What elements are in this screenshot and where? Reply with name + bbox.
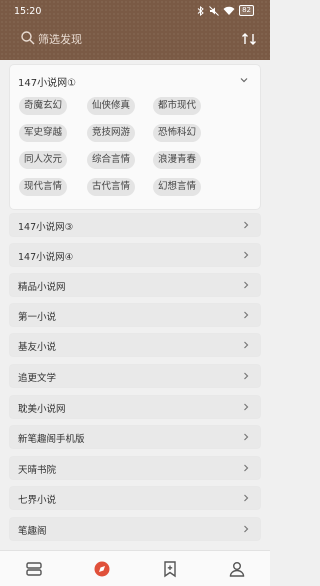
chevron-right-icon bbox=[244, 221, 249, 229]
tag-chip[interactable]: 浪漫青春 bbox=[153, 151, 201, 169]
tag-chip[interactable]: 恐怖科幻 bbox=[153, 124, 201, 142]
group-title: 第一小说 bbox=[18, 312, 57, 323]
bookmark-add-icon[interactable] bbox=[160, 559, 180, 579]
group-title: 七界小说 bbox=[18, 495, 57, 506]
tag-chip[interactable]: 同人次元 bbox=[19, 151, 67, 169]
group-title: 笔趣阁 bbox=[18, 526, 47, 537]
chevron-right-icon bbox=[244, 341, 249, 349]
group-title: 147小说网① bbox=[18, 78, 77, 89]
chevron-right-icon bbox=[244, 281, 249, 289]
group-title: 追更文学 bbox=[18, 373, 57, 384]
source-group-row[interactable]: 147小说网④ bbox=[10, 244, 260, 266]
source-group-row[interactable]: 七界小说 bbox=[10, 487, 260, 509]
tag-chip[interactable]: 古代言情 bbox=[87, 178, 135, 196]
source-list[interactable]: 147小说网① 奇魔玄幻 仙侠修真 都市现代 军史穿越 竞技网游 恐怖科幻 同人… bbox=[0, 60, 270, 550]
tag-chip[interactable]: 幻想言情 bbox=[153, 178, 201, 196]
group-title: 精品小说网 bbox=[18, 282, 66, 293]
source-group-row[interactable]: 新笔趣阁手机版 bbox=[10, 426, 260, 448]
chevron-right-icon bbox=[244, 251, 249, 259]
status-time: 15:20 bbox=[14, 6, 42, 17]
source-group-row[interactable]: 天晴书院 bbox=[10, 457, 260, 479]
search-icon bbox=[21, 31, 35, 45]
bluetooth-icon bbox=[197, 5, 204, 16]
source-group-row[interactable]: 笔趣阁 bbox=[10, 518, 260, 540]
person-icon[interactable] bbox=[227, 559, 247, 579]
source-group-row[interactable]: 基友小说 bbox=[10, 334, 260, 356]
tag-chip[interactable]: 竞技网游 bbox=[87, 124, 135, 142]
tag-chip[interactable]: 军史穿越 bbox=[19, 124, 67, 142]
source-group-row[interactable]: 耽美小说网 bbox=[10, 396, 260, 418]
chevron-right-icon bbox=[244, 433, 249, 441]
status-bar: 15:20 82 bbox=[0, 0, 270, 22]
source-group-row[interactable]: 追更文学 bbox=[10, 365, 260, 387]
tag-chip[interactable]: 现代言情 bbox=[19, 178, 67, 196]
source-group-row[interactable]: 精品小说网 bbox=[10, 274, 260, 296]
chevron-right-icon bbox=[244, 525, 249, 533]
chevron-right-icon bbox=[244, 464, 249, 472]
bottom-nav bbox=[0, 550, 270, 586]
compass-icon[interactable] bbox=[92, 559, 112, 579]
search-bar[interactable]: 筛选发现 bbox=[0, 27, 270, 53]
source-group-row[interactable]: 第一小说 bbox=[10, 304, 260, 326]
chevron-right-icon bbox=[244, 311, 249, 319]
group-title: 147小说网③ bbox=[18, 222, 74, 233]
group-title: 147小说网④ bbox=[18, 252, 74, 263]
group-title: 耽美小说网 bbox=[18, 404, 66, 415]
tag-chip[interactable]: 都市现代 bbox=[153, 97, 201, 115]
wifi-icon bbox=[223, 6, 235, 15]
battery-icon: 82 bbox=[239, 5, 254, 16]
chevron-right-icon bbox=[244, 372, 249, 380]
layers-icon[interactable] bbox=[24, 559, 44, 579]
chevron-right-icon bbox=[244, 494, 249, 502]
chevron-down-icon[interactable] bbox=[239, 75, 249, 85]
mute-icon bbox=[209, 5, 219, 16]
sort-icon[interactable] bbox=[240, 29, 260, 49]
search-input[interactable]: 筛选发现 bbox=[38, 31, 82, 47]
group-title: 新笔趣阁手机版 bbox=[18, 434, 85, 445]
group-title: 天晴书院 bbox=[18, 465, 57, 476]
header: 15:20 82 筛选发现 bbox=[0, 0, 270, 60]
tag-chip[interactable]: 综合言情 bbox=[87, 151, 135, 169]
chevron-right-icon bbox=[244, 403, 249, 411]
status-icons: 82 bbox=[197, 5, 254, 16]
group-title: 基友小说 bbox=[18, 342, 57, 353]
tag-chip[interactable]: 仙侠修真 bbox=[87, 97, 135, 115]
source-group-row[interactable]: 147小说网③ bbox=[10, 214, 260, 236]
source-group-expanded[interactable]: 147小说网① 奇魔玄幻 仙侠修真 都市现代 军史穿越 竞技网游 恐怖科幻 同人… bbox=[10, 65, 260, 209]
tag-chip[interactable]: 奇魔玄幻 bbox=[19, 97, 67, 115]
